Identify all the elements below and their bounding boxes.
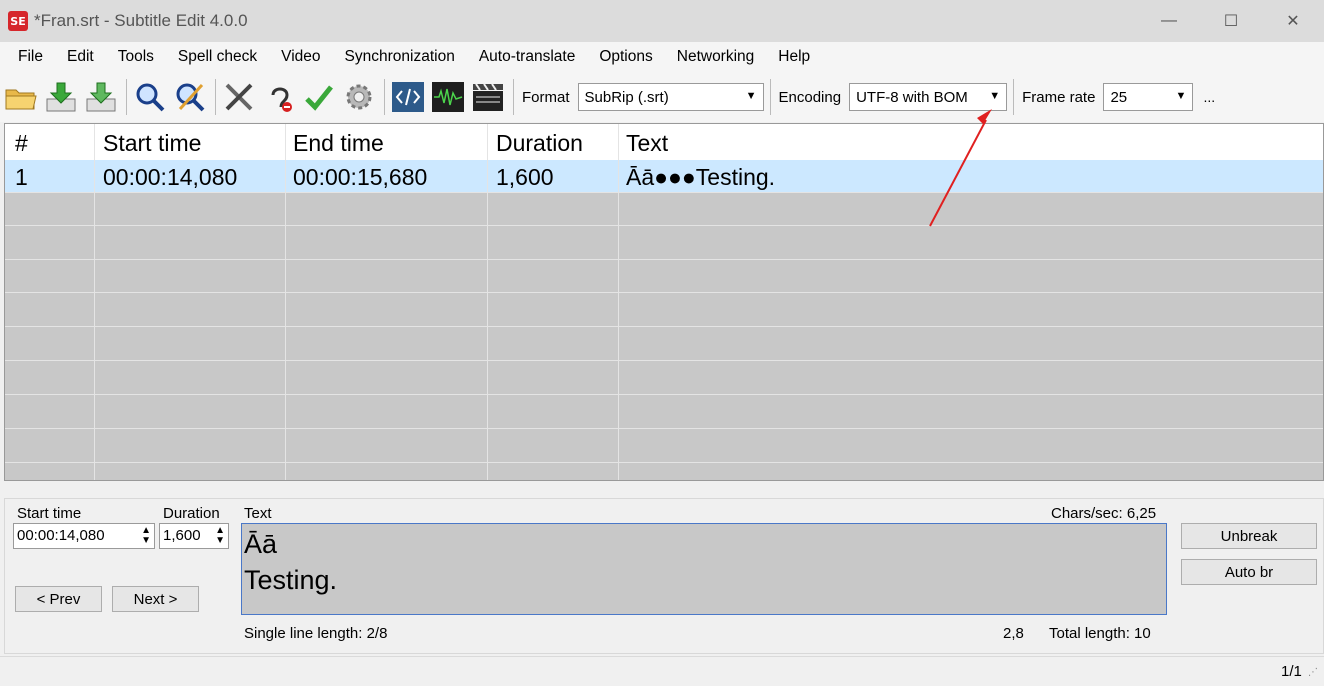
cell-text: Āā●●●Testing. [626,164,776,190]
duration-label: Duration [163,505,220,522]
format-label: Format [522,88,570,106]
single-line-length: Single line length: 2/8 [244,625,388,642]
toolbar-separator [769,79,771,115]
menu-options[interactable]: Options [587,42,664,72]
framerate-label: Frame rate [1022,88,1096,106]
close-button[interactable]: ✕ [1262,0,1324,42]
menu-spell-check[interactable]: Spell check [166,42,269,72]
waveform-icon[interactable] [429,77,467,117]
auto-br-button[interactable]: Auto br [1181,559,1317,585]
chars-per-sec: Chars/sec: 6,25 [1051,505,1157,522]
menu-networking[interactable]: Networking [665,42,767,72]
toolbar-separator [1013,79,1015,115]
menu-edit[interactable]: Edit [55,42,106,72]
format-value: SubRip (.srt) [584,88,669,106]
tools-icon[interactable] [220,77,258,117]
app-logo-icon: SE [8,11,28,31]
download-icon[interactable] [42,77,80,117]
menu-auto-translate[interactable]: Auto-translate [467,42,588,72]
cell-duration: 1,600 [496,164,554,190]
menu-file[interactable]: File [6,42,55,72]
unbreak-button[interactable]: Unbreak [1181,523,1317,549]
grid-line [5,428,1323,429]
text-line-1: Āā [244,529,278,559]
column-header-end-time[interactable]: End time [283,124,384,160]
line-ratio: 2,8 [1003,625,1024,642]
text-label: Text [244,505,272,522]
video-clapper-icon[interactable] [469,77,507,117]
subtitle-edit-panel: Start time 00:00:14,080 ▲ ▼ Duration 1,60… [4,498,1324,654]
menu-video[interactable]: Video [269,42,332,72]
start-time-label: Start time [17,505,82,522]
grid-line [5,225,1323,226]
format-dropdown[interactable]: SubRip (.srt) ▼ [577,83,764,111]
toolbar-separator [513,79,514,115]
resize-grip-icon[interactable]: ⋰ [1308,667,1318,678]
toolbar-more-button[interactable]: ... [1203,89,1215,105]
open-folder-icon[interactable] [2,77,40,117]
hearing-impaired-icon[interactable] [260,77,298,117]
toolbar-separator [215,79,216,115]
duration-value: 1,600 [163,527,201,544]
toolbar-separator [126,79,127,115]
encoding-dropdown[interactable]: UTF-8 with BOM ▼ [849,83,1008,111]
encoding-label: Encoding [778,88,842,106]
column-header-number[interactable]: # [5,124,28,160]
chevron-down-icon: ▼ [745,90,757,102]
settings-icon[interactable] [340,77,378,117]
menu-synchronization[interactable]: Synchronization [333,42,467,72]
framerate-value: 25 [1110,88,1128,106]
prev-button[interactable]: < Prev [15,586,102,612]
column-header-duration[interactable]: Duration [486,124,583,160]
subtitle-position: 1/1 [1281,663,1302,680]
download-alt-icon[interactable] [82,77,120,117]
next-button[interactable]: Next > [112,586,199,612]
find-icon[interactable] [131,77,169,117]
grid-line [5,259,1323,260]
minimize-button[interactable]: — [1138,0,1200,42]
toolbar: Format SubRip (.srt) ▼ Encoding UTF-8 wi… [0,72,1324,122]
encoding-value: UTF-8 with BOM [856,88,968,106]
spinner-icon[interactable]: ▲ ▼ [141,526,151,546]
column-header-start-time[interactable]: Start time [93,124,201,160]
grid-line [5,360,1323,361]
cell-start-time: 00:00:14,080 [103,164,238,190]
grid-line [5,462,1323,463]
source-view-icon[interactable] [389,77,427,117]
start-time-input[interactable]: 00:00:14,080 ▲ ▼ [13,523,155,549]
chevron-down-icon: ▼ [1175,90,1187,102]
subtitle-grid[interactable]: # Start time End time Duration Text 1 00… [4,123,1324,481]
status-bar: 1/1 ⋰ [0,656,1324,686]
duration-input[interactable]: 1,600 ▲ ▼ [159,523,229,549]
chevron-down-icon: ▼ [989,90,1001,102]
text-line-2: Testing. [244,565,338,595]
spinner-icon[interactable]: ▲ ▼ [215,526,225,546]
menu-bar: File Edit Tools Spell check Video Synchr… [0,42,1324,72]
column-header-text[interactable]: Text [616,124,668,160]
menu-tools[interactable]: Tools [106,42,166,72]
cell-end-time: 00:00:15,680 [293,164,428,190]
grid-line [5,292,1323,293]
window-title: *Fran.srt - Subtitle Edit 4.0.0 [34,11,248,30]
start-time-value: 00:00:14,080 [17,527,105,544]
total-length: Total length: 10 [1049,625,1151,642]
title-bar: SE *Fran.srt - Subtitle Edit 4.0.0 — ☐ ✕ [0,0,1324,42]
toolbar-separator [384,79,385,115]
grid-line [5,394,1323,395]
menu-help[interactable]: Help [766,42,822,72]
grid-line [5,326,1323,327]
cell-number: 1 [15,164,28,190]
subtitle-text-editor[interactable]: Āā Testing. [241,523,1167,615]
maximize-button[interactable]: ☐ [1200,0,1262,42]
spell-check-icon[interactable] [300,77,338,117]
grid-line [5,192,1323,193]
framerate-dropdown[interactable]: 25 ▼ [1103,83,1194,111]
replace-icon[interactable] [171,77,209,117]
